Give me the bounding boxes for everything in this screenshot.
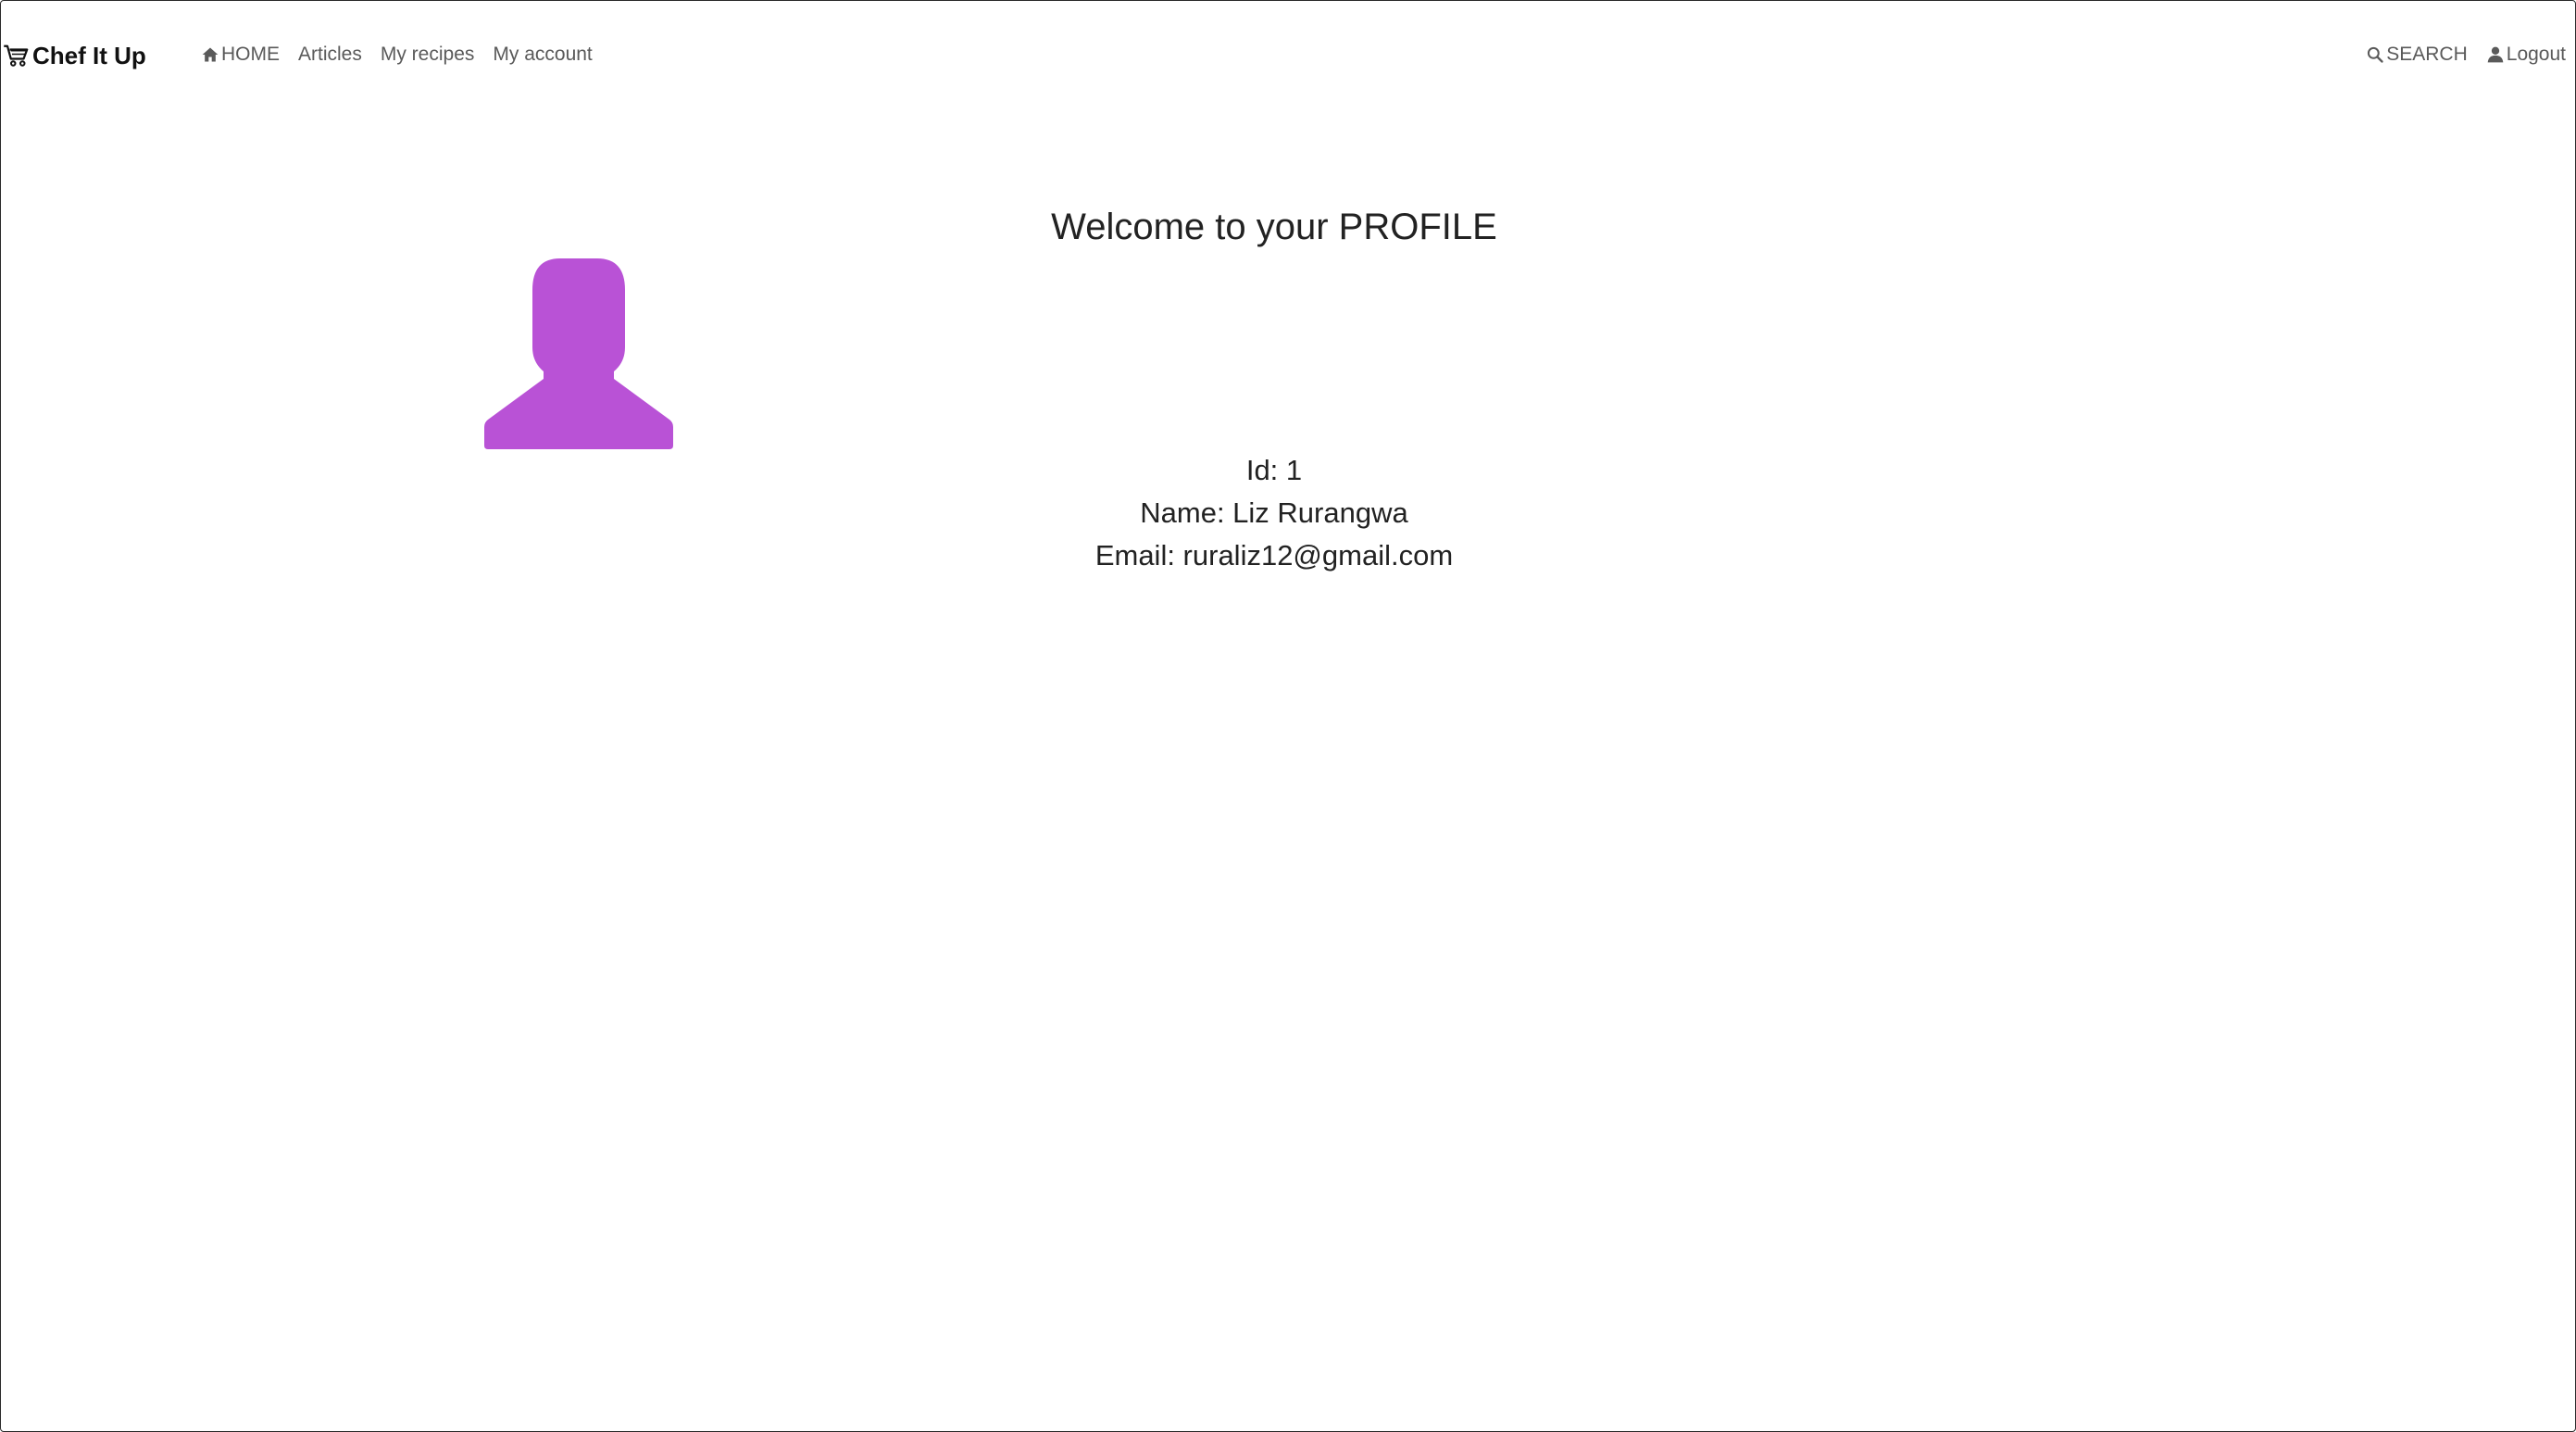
brand-label: Chef It Up: [32, 42, 146, 69]
navbar: Chef It Up HOME Articles My recipes My a…: [1, 1, 2575, 114]
nav-right: SEARCH Logout: [2366, 44, 2566, 66]
nav-my-recipes-link[interactable]: My recipes: [381, 44, 475, 66]
search-label: SEARCH: [2386, 44, 2468, 65]
search-icon: [2368, 46, 2383, 63]
profile-info: Id: 1 Name: Liz Rurangwa Email: ruraliz1…: [1, 449, 2547, 577]
brand-link[interactable]: Chef It Up: [3, 42, 146, 70]
nav-links: HOME Articles My recipes My account: [201, 44, 593, 66]
person-silhouette-icon: [484, 258, 673, 449]
profile-id: Id: 1: [1245, 454, 1303, 486]
search-link[interactable]: SEARCH: [2366, 44, 2468, 66]
nav-articles-link[interactable]: Articles: [298, 44, 362, 66]
nav-home-label: HOME: [221, 44, 280, 65]
browser-window: Chef It Up HOME Articles My recipes My a…: [0, 0, 2576, 1432]
page-title: Welcome to your PROFILE: [1051, 207, 1497, 247]
profile-email: Email: ruraliz12@gmail.com: [1094, 539, 1454, 572]
nav-home-link[interactable]: HOME: [201, 44, 280, 66]
shopping-cart-icon: [4, 44, 29, 67]
nav-my-recipes-label: My recipes: [380, 44, 475, 65]
logout-link[interactable]: Logout: [2486, 44, 2566, 66]
nav-articles-label: Articles: [298, 44, 362, 65]
user-icon: [2487, 46, 2504, 63]
logout-label: Logout: [2506, 44, 2566, 65]
nav-my-account-label: My account: [493, 44, 593, 65]
nav-my-account-link[interactable]: My account: [493, 44, 592, 66]
home-icon: [202, 47, 219, 62]
profile-name: Name: Liz Rurangwa: [1140, 496, 1408, 529]
